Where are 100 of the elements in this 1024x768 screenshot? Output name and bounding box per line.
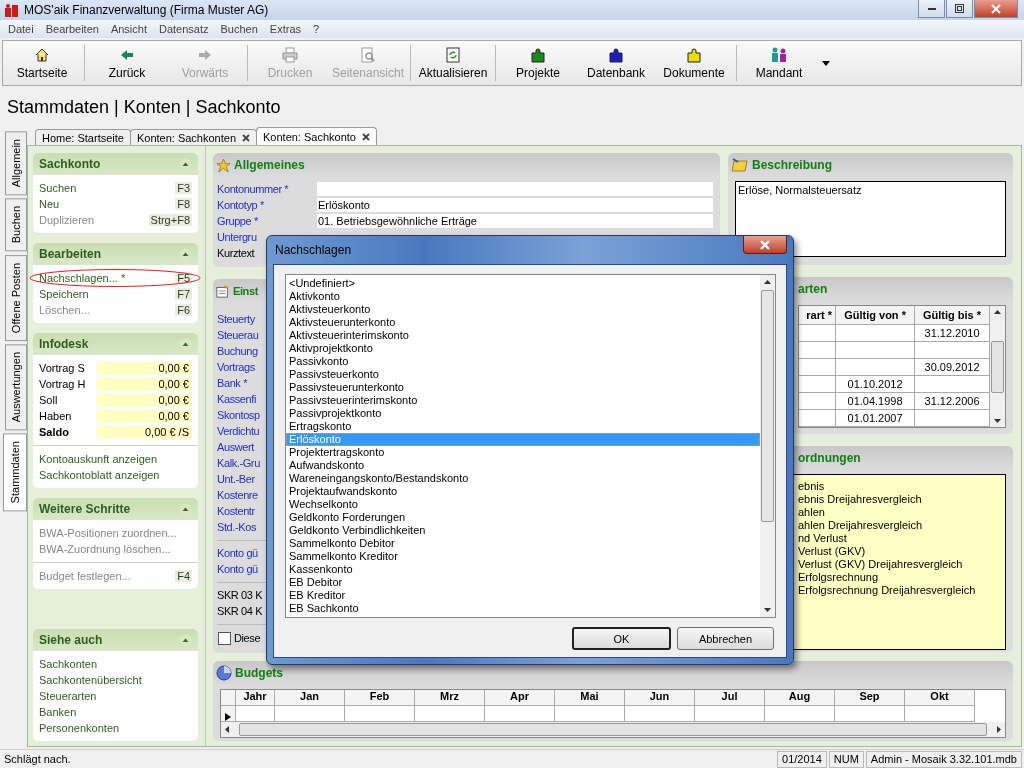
- list-item[interactable]: Geldkonto Forderungen: [286, 511, 760, 524]
- list-item[interactable]: <Undefiniert>: [286, 277, 760, 290]
- column-header[interactable]: Jan: [275, 690, 345, 706]
- description-field[interactable]: Erlöse, Normalsteuersatz: [735, 181, 1006, 257]
- task-link[interactable]: Nachschlagen... *: [39, 272, 126, 284]
- row-header[interactable]: [221, 706, 236, 722]
- close-icon[interactable]: [361, 132, 370, 141]
- list-item[interactable]: Projektertragskonto: [286, 446, 760, 459]
- list-item[interactable]: Passivsteuerinterimskonto: [286, 394, 760, 407]
- dialog-button[interactable]: Abbrechen: [677, 627, 774, 650]
- column-header[interactable]: Jun: [625, 690, 695, 706]
- column-header[interactable]: Mrz: [415, 690, 485, 706]
- list-item[interactable]: Aktivsteuerunterkonto: [286, 316, 760, 329]
- side-tab[interactable]: Buchen: [5, 198, 27, 252]
- list-item[interactable]: Projektaufwandskonto: [286, 485, 760, 498]
- menu-item[interactable]: Datensatz: [153, 23, 215, 35]
- task-link[interactable]: Suchen: [39, 182, 77, 194]
- side-tab[interactable]: Auswertungen: [5, 343, 27, 431]
- list-item[interactable]: Aktivsteuerkonto: [286, 303, 760, 316]
- document-tab[interactable]: Konten: Sachkonten: [129, 129, 257, 145]
- list-item[interactable]: ahlen Dreijahresvergleich: [798, 519, 923, 531]
- task-link[interactable]: Neu: [39, 198, 60, 210]
- list-item[interactable]: EB Sachkonto: [286, 602, 760, 615]
- scroll-thumb[interactable]: [991, 340, 1004, 393]
- collapse-icon[interactable]: [179, 157, 192, 171]
- list-item[interactable]: Wechselkonto: [286, 498, 760, 511]
- list-item[interactable]: Aktivkonto: [286, 290, 760, 303]
- list-item[interactable]: Erfolgsrechnung: [798, 571, 879, 583]
- column-header[interactable]: Apr: [485, 690, 555, 706]
- task-link[interactable]: Kontoauskunft anzeigen: [39, 453, 158, 465]
- side-tab[interactable]: Allgemein: [5, 131, 27, 196]
- list-item[interactable]: Aufwandskonto: [286, 459, 760, 472]
- scroll-right-icon[interactable]: [997, 726, 1001, 733]
- column-header[interactable]: Aug: [765, 690, 835, 706]
- close-button[interactable]: [743, 236, 787, 254]
- minimize-button[interactable]: [918, 0, 945, 18]
- task-link[interactable]: Sachkontoblatt anzeigen: [39, 469, 160, 481]
- collapse-icon[interactable]: [179, 633, 192, 647]
- toolbar-button[interactable]: Startseite: [3, 41, 81, 85]
- maximize-button[interactable]: [946, 0, 973, 18]
- menu-item[interactable]: Ansicht: [104, 23, 153, 35]
- input-field[interactable]: Erlöskonto: [317, 198, 713, 212]
- scrollbar[interactable]: [760, 275, 775, 617]
- scrollbar[interactable]: [990, 306, 1005, 427]
- menu-item[interactable]: ?: [307, 23, 326, 35]
- toolbar-button[interactable]: Aktualisieren: [414, 41, 492, 85]
- list-item[interactable]: Passivsteuerunterkonto: [286, 381, 760, 394]
- toolbar-button[interactable]: Datenbank: [577, 41, 655, 85]
- input-field[interactable]: 01. Betriebsgewöhnliche Erträge: [317, 214, 713, 228]
- list-item[interactable]: Verlust (GKV): [798, 545, 866, 557]
- scroll-down-icon[interactable]: [764, 608, 771, 612]
- list-item[interactable]: Erfolgsrechnung Dreijahresvergleich: [798, 584, 976, 596]
- scroll-up-icon[interactable]: [994, 310, 1001, 314]
- collapse-icon[interactable]: [179, 337, 192, 351]
- column-header[interactable]: Jul: [695, 690, 765, 706]
- list-item[interactable]: ebnis: [798, 480, 825, 492]
- list-item[interactable]: Geldkonto Verbindlichkeiten: [286, 524, 760, 537]
- scroll-up-icon[interactable]: [764, 280, 771, 284]
- toolbar-button[interactable]: Dokumente: [655, 41, 733, 85]
- list-item[interactable]: Aktivprojektkonto: [286, 342, 760, 355]
- side-tab[interactable]: Stammdaten: [3, 433, 27, 512]
- list-item[interactable]: Ertragskonto: [286, 420, 760, 433]
- list-item[interactable]: EB Kreditor: [286, 589, 760, 602]
- task-link[interactable]: Personenkonten: [39, 722, 120, 734]
- list-item[interactable]: ahlen: [798, 506, 825, 518]
- task-link[interactable]: Sachkontenübersicht: [39, 674, 142, 686]
- list-item[interactable]: Wareneingangskonto/Bestandskonto: [286, 472, 760, 485]
- toolbar-button[interactable]: Projekte: [499, 41, 577, 85]
- list-item[interactable]: Passivprojektkonto: [286, 407, 760, 420]
- column-header[interactable]: Mai: [555, 690, 625, 706]
- list-item[interactable]: EB Debitor: [286, 576, 760, 589]
- column-header[interactable]: Gültig bis *: [914, 306, 990, 325]
- column-header[interactable]: Sep: [835, 690, 905, 706]
- scroll-left-icon[interactable]: [225, 726, 229, 733]
- column-header[interactable]: rart *: [799, 306, 836, 325]
- document-tab[interactable]: Home: Startseite: [35, 129, 131, 145]
- list-item[interactable]: Kassenkonto: [286, 563, 760, 576]
- close-icon[interactable]: [242, 133, 250, 142]
- column-header[interactable]: Gültig von *: [835, 306, 915, 325]
- collapse-icon[interactable]: [179, 502, 192, 516]
- task-link[interactable]: Banken: [39, 706, 77, 718]
- menu-item[interactable]: Bearbeiten: [39, 23, 105, 35]
- list-item[interactable]: ebnis Dreijahresvergleich: [798, 493, 922, 505]
- dialog-button[interactable]: OK: [572, 627, 671, 650]
- column-header[interactable]: Feb: [345, 690, 415, 706]
- column-header[interactable]: Jahr: [236, 690, 275, 706]
- list-item[interactable]: Aktivsteuerinterimskonto: [286, 329, 760, 342]
- checkbox[interactable]: [218, 631, 231, 645]
- menu-item[interactable]: Datei: [2, 23, 40, 35]
- document-tab[interactable]: Konten: Sachkonto: [256, 127, 377, 145]
- scroll-down-icon[interactable]: [994, 419, 1001, 423]
- caret-icon[interactable]: [822, 60, 830, 66]
- list-item[interactable]: Passivsteuerkonto: [286, 368, 760, 381]
- list-item[interactable]: nd Verlust: [798, 532, 847, 544]
- menu-item[interactable]: Extras: [263, 23, 307, 35]
- toolbar-button[interactable]: Zurück: [88, 41, 166, 85]
- collapse-icon[interactable]: [179, 247, 192, 261]
- toolbar-button[interactable]: Mandant: [740, 41, 818, 85]
- list-item[interactable]: Verlust (GKV) Dreijahresvergleich: [798, 558, 963, 570]
- scroll-thumb[interactable]: [761, 290, 774, 522]
